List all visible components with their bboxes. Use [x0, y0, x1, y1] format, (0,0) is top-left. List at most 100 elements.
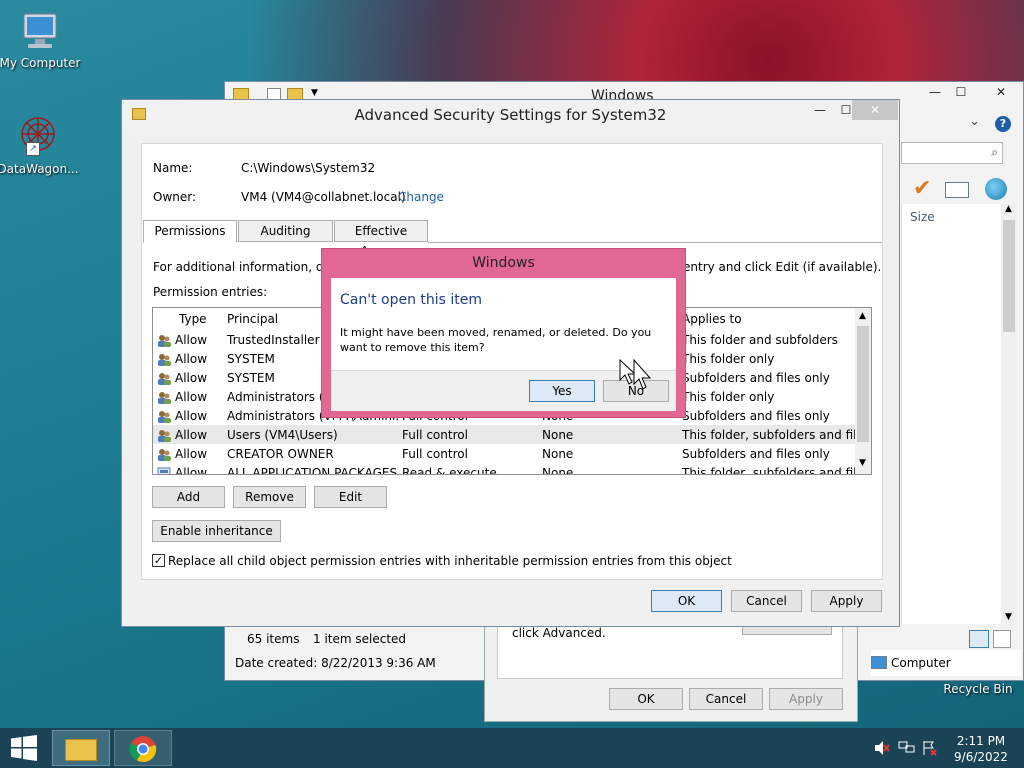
tab-strip: Permissions Auditing Effective Access [142, 220, 882, 258]
column-header-applies-to[interactable]: Applies to [678, 308, 857, 330]
scroll-down-icon[interactable]: ▼ [1005, 612, 1012, 622]
maximize-button[interactable]: ☐ [947, 82, 975, 102]
row-access: Full control [398, 425, 538, 444]
mail-icon[interactable] [945, 182, 969, 198]
desktop-icon-datawagon[interactable]: ↗ DataWagon... [0, 112, 80, 176]
name-value: C:\Windows\System32 [241, 161, 376, 175]
datawagon-icon: ↗ [16, 112, 60, 160]
row-access: Full control [402, 446, 468, 461]
taskbar-chrome[interactable] [114, 730, 172, 766]
users-icon [157, 410, 171, 423]
close-button[interactable]: ✕ [852, 100, 898, 120]
packages-icon [157, 467, 171, 474]
users-icon [157, 372, 171, 385]
search-input[interactable]: ⌕ [901, 142, 1003, 164]
edit-button[interactable]: Edit [314, 486, 387, 508]
row-type: Allow [175, 389, 208, 404]
file-explorer-icon [65, 739, 97, 761]
desktop-icon-recycle-bin[interactable]: Recycle Bin [940, 682, 1016, 696]
message-heading: Can't open this item [340, 292, 483, 308]
ribbon-toggle-icon[interactable]: ⌄ [969, 114, 980, 129]
name-label: Name: [153, 161, 193, 175]
close-button[interactable]: ✕ [981, 82, 1021, 102]
scroll-thumb[interactable] [857, 326, 869, 442]
start-button[interactable] [0, 728, 48, 768]
file-list-pane[interactable]: Size [901, 204, 1008, 624]
message-text: It might have been moved, renamed, or de… [340, 326, 652, 354]
permission-entries-label: Permission entries: [153, 285, 268, 299]
list-scrollbar[interactable]: ▲ ▼ [855, 308, 871, 474]
vertical-scrollbar[interactable]: ▲ ▼ [1001, 204, 1017, 628]
row-applies: This folder, subfolders and files [678, 425, 857, 444]
clock-date: 9/6/2022 [954, 750, 1008, 764]
tab-permissions[interactable]: Permissions [143, 220, 237, 243]
status-selected: 1 item selected [313, 632, 407, 646]
scroll-up-icon[interactable]: ▲ [1005, 204, 1012, 214]
volume-muted-icon[interactable] [874, 740, 890, 756]
network-icon[interactable] [898, 740, 916, 756]
table-row[interactable]: Allow Users (VM4\Users) Full control None Th… [153, 425, 857, 444]
users-icon [157, 334, 171, 347]
row-applies: This folder and subfolders [682, 332, 838, 347]
action-center-icon[interactable] [922, 740, 938, 756]
props-apply-button[interactable]: Apply [769, 688, 843, 710]
replace-permissions-label[interactable]: Replace all child object permission entr… [168, 554, 732, 568]
taskbar-clock[interactable]: 2:11 PM 9/6/2022 [948, 733, 1014, 765]
large-icons-view-icon[interactable] [993, 630, 1011, 648]
taskbar: 2:11 PM 9/6/2022 [0, 728, 1024, 768]
minimize-button[interactable]: — [921, 82, 949, 102]
scroll-up-icon[interactable]: ▲ [859, 311, 866, 321]
scroll-down-icon[interactable]: ▼ [859, 458, 866, 468]
desktop-icon-label: DataWagon... [0, 162, 79, 176]
enable-inheritance-button[interactable]: Enable inheritance [152, 520, 281, 542]
row-type: Allow [175, 446, 208, 461]
adv-ok-button[interactable]: OK [651, 590, 722, 612]
table-row[interactable]: Allow CREATOR OWNER Full control None Subfol… [153, 444, 857, 463]
date-created: Date created: 8/22/2013 9:36 AM [235, 656, 436, 670]
row-type: Allow [175, 351, 208, 366]
props-ok-button[interactable]: OK [609, 688, 683, 710]
message-title: Windows [472, 255, 535, 271]
help-icon[interactable]: ? [995, 116, 1011, 132]
row-applies: Subfolders and files only [682, 408, 830, 423]
users-icon [157, 353, 171, 366]
replace-permissions-checkbox[interactable]: ✓ [152, 554, 165, 567]
computer-icon [18, 10, 62, 54]
props-cancel-button[interactable]: Cancel [689, 688, 763, 710]
row-inherited: None [542, 465, 574, 475]
owner-label: Owner: [153, 190, 197, 204]
row-principal: CREATOR OWNER [227, 446, 334, 461]
desktop-icon-my-computer[interactable]: My Computer [0, 10, 82, 70]
scroll-thumb[interactable] [1003, 220, 1015, 332]
tab-line [428, 242, 882, 243]
row-type: Allow [175, 332, 208, 347]
row-inherited: None [542, 446, 574, 461]
tab-auditing[interactable]: Auditing [238, 220, 333, 242]
users-icon [157, 448, 171, 461]
row-principal: Users (VM4\Users) [223, 425, 398, 444]
add-button[interactable]: Add [152, 486, 225, 508]
owner-value: VM4 (VM4@collabnet.local) [241, 190, 406, 204]
chrome-icon [129, 736, 157, 763]
nav-computer[interactable]: Computer [871, 650, 1021, 676]
details-view-icon[interactable] [969, 630, 989, 648]
row-principal: ALL APPLICATION PACKAGES [227, 465, 398, 475]
adv-cancel-button[interactable]: Cancel [731, 590, 802, 612]
checkmark-icon[interactable]: ✔ [913, 176, 931, 201]
chevron-down-icon[interactable]: ▼ [311, 88, 318, 98]
tab-effective-access[interactable]: Effective Access [334, 220, 428, 258]
taskbar-file-explorer[interactable] [52, 730, 110, 766]
minimize-button[interactable]: — [806, 100, 834, 120]
status-bar: 65 items 1 item selected Date created: 8… [233, 626, 483, 678]
column-header-type[interactable]: Type [153, 308, 223, 330]
adv-apply-button[interactable]: Apply [811, 590, 882, 612]
remove-button[interactable]: Remove [233, 486, 306, 508]
column-header-size[interactable]: Size [910, 210, 935, 224]
row-applies: Subfolders and files only [682, 446, 830, 461]
yes-button[interactable]: Yes [529, 380, 595, 402]
globe-icon[interactable] [985, 178, 1007, 200]
nav-computer-label: Computer [891, 656, 951, 670]
table-row[interactable]: Allow ALL APPLICATION PACKAGES Read & exec… [153, 463, 857, 475]
change-owner-link[interactable]: Change [398, 190, 444, 204]
row-applies: This folder, subfolders and files [682, 465, 857, 475]
